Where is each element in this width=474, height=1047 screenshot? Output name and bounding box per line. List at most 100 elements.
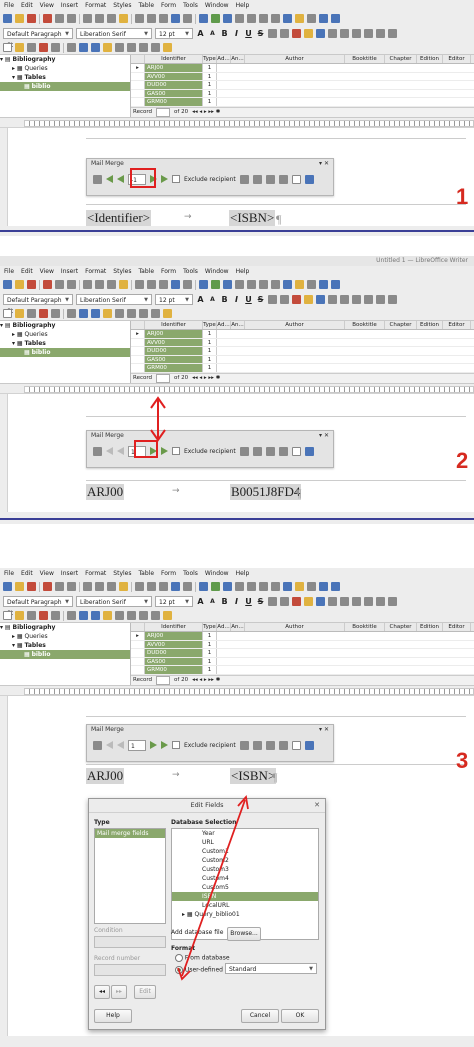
tree-item-biblio[interactable]: ▦ biblio	[0, 650, 130, 659]
align-left-icon[interactable]	[316, 597, 325, 606]
db-field-custom2[interactable]: Custom2	[172, 856, 318, 865]
previous-field-button[interactable]: ◂◂	[94, 985, 110, 999]
vertical-ruler[interactable]	[0, 128, 8, 226]
formatting-marks-icon[interactable]	[183, 582, 192, 591]
menu-file[interactable]: File	[4, 268, 14, 275]
mail-merge-icon[interactable]	[163, 611, 172, 620]
font-name-combo[interactable]: Liberation Serif ▼	[76, 294, 152, 305]
cell-type[interactable]: 1	[203, 347, 217, 355]
table-row[interactable]: AVV00 1	[131, 338, 474, 347]
redo-icon[interactable]	[147, 14, 156, 23]
underline-icon[interactable]: U	[244, 597, 253, 606]
data-to-fields-icon[interactable]	[151, 611, 160, 620]
highlight-icon[interactable]	[304, 295, 313, 304]
reset-filter-icon[interactable]	[127, 309, 136, 318]
preview-toggle-icon[interactable]	[291, 174, 301, 184]
copy-icon[interactable]	[95, 280, 104, 289]
undo-icon[interactable]	[135, 582, 144, 591]
edit-data-icon[interactable]	[15, 611, 24, 620]
edit-documents-icon[interactable]	[239, 446, 249, 456]
underline-icon[interactable]: U	[244, 29, 253, 38]
shrink-font-icon[interactable]: A	[208, 598, 217, 605]
isbn-value[interactable]: B0051J8FD4	[230, 484, 302, 500]
font-size-combo[interactable]: 12 pt ▼	[155, 28, 193, 39]
column-header-chapter[interactable]: Chapter	[385, 321, 417, 329]
cell-type[interactable]: 1	[203, 657, 217, 665]
preview-toggle-icon[interactable]	[291, 740, 301, 750]
line-icon[interactable]	[319, 14, 328, 23]
italic-icon[interactable]: I	[232, 295, 241, 304]
align-center-icon[interactable]	[328, 597, 337, 606]
table-row[interactable]: GRM00 1	[131, 364, 474, 373]
insert-text-box-icon[interactable]	[235, 582, 244, 591]
grow-font-icon[interactable]: A	[196, 29, 205, 38]
exclude-recipient-checkbox[interactable]	[172, 175, 180, 183]
tree-item-tables[interactable]: ▾ ▦ Tables	[0, 641, 130, 650]
data-to-text-icon[interactable]	[139, 611, 148, 620]
font-name-combo[interactable]: Liberation Serif ▼	[76, 596, 152, 607]
menu-help[interactable]: Help	[236, 570, 250, 577]
cell-type[interactable]: 1	[203, 364, 217, 372]
track-changes-icon[interactable]	[307, 14, 316, 23]
record-number-field[interactable]: 1	[128, 739, 146, 751]
isbn-field[interactable]: <ISBN>	[230, 768, 277, 784]
grow-font-icon[interactable]: A	[196, 597, 205, 606]
paste-icon[interactable]	[107, 280, 116, 289]
basic-shapes-icon[interactable]	[331, 280, 340, 289]
cell-identifier[interactable]: ARJ00	[145, 64, 203, 72]
menu-insert[interactable]: Insert	[61, 2, 78, 9]
column-header-chapter[interactable]: Chapter	[385, 623, 417, 631]
menu-view[interactable]: View	[40, 570, 54, 577]
menu-window[interactable]: Window	[205, 268, 229, 275]
font-color-icon[interactable]	[292, 295, 301, 304]
close-icon[interactable]: ▾ ✕	[319, 725, 329, 734]
refresh-icon[interactable]	[51, 43, 60, 52]
shrink-font-icon[interactable]: A	[208, 30, 217, 37]
insert-image-icon[interactable]	[211, 280, 220, 289]
font-color-icon[interactable]	[292, 597, 301, 606]
menu-window[interactable]: Window	[205, 570, 229, 577]
align-right-icon[interactable]	[340, 295, 349, 304]
save-merged-icon[interactable]	[252, 740, 262, 750]
address-list-icon[interactable]	[93, 174, 102, 184]
cell-identifier[interactable]: GRM00	[145, 364, 203, 372]
column-header-edition[interactable]: Edition	[417, 623, 443, 631]
undo-icon[interactable]	[135, 14, 144, 23]
standard-filter-icon[interactable]	[115, 611, 124, 620]
data-to-fields-icon[interactable]	[151, 43, 160, 52]
save-icon[interactable]	[27, 280, 36, 289]
standard-filter-icon[interactable]	[115, 309, 124, 318]
numbering-icon[interactable]	[376, 295, 385, 304]
tree-item-tables[interactable]: ▾ ▦ Tables	[0, 339, 130, 348]
italic-icon[interactable]: I	[232, 29, 241, 38]
column-header-identifier[interactable]: Identifier	[145, 623, 203, 631]
save-icon[interactable]	[27, 582, 36, 591]
spellcheck-icon[interactable]	[171, 280, 180, 289]
edit-documents-icon[interactable]	[239, 740, 249, 750]
cell-type[interactable]: 1	[203, 98, 217, 106]
insert-image-icon[interactable]	[211, 14, 220, 23]
justify-icon[interactable]	[352, 29, 361, 38]
insert-field-icon[interactable]	[259, 280, 268, 289]
cell-type[interactable]: 1	[203, 338, 217, 346]
help-button[interactable]: Help	[94, 1009, 132, 1023]
table-row[interactable]: DUD00 1	[131, 347, 474, 356]
superscript-icon[interactable]	[268, 597, 277, 606]
isbn-field[interactable]: <ISBN>	[229, 210, 276, 226]
identifier-value[interactable]: ARJ00	[86, 484, 125, 500]
numbering-icon[interactable]	[376, 597, 385, 606]
cell-type[interactable]: 1	[203, 649, 217, 657]
table-row[interactable]: ▸ ARJ00 1	[131, 632, 474, 641]
font-color-icon[interactable]	[292, 29, 301, 38]
font-name-combo[interactable]: Liberation Serif ▼	[76, 28, 152, 39]
user-defined-radio[interactable]	[175, 966, 183, 974]
save-record-icon[interactable]	[27, 309, 36, 318]
column-header-identifier[interactable]: Identifier	[145, 321, 203, 329]
page-break-icon[interactable]	[247, 14, 256, 23]
line-icon[interactable]	[319, 280, 328, 289]
print-icon[interactable]	[55, 280, 64, 289]
sort-ascending-icon[interactable]	[79, 309, 88, 318]
horizontal-ruler[interactable]	[0, 686, 474, 696]
menu-form[interactable]: Form	[161, 268, 176, 275]
cell-identifier[interactable]: GRM00	[145, 666, 203, 674]
